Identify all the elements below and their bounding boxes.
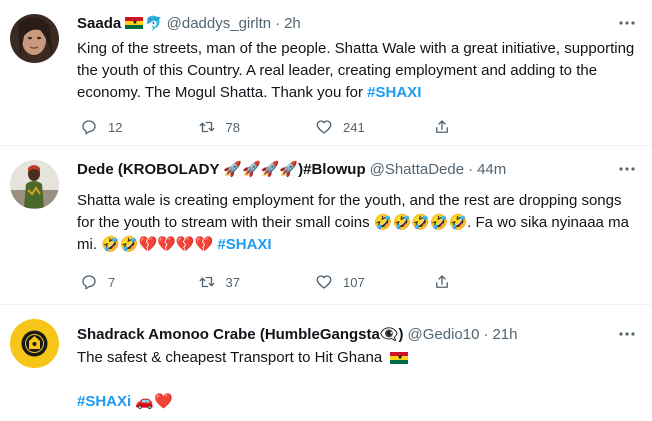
tweet-text: The safest & cheapest Transport to Hit G…: [77, 347, 637, 413]
retweet-icon: [199, 276, 214, 288]
tweet-feed: Saada ★ 🐬 @daddys_girltn · 2h King of th…: [0, 0, 652, 421]
retweet-count: 78: [225, 119, 240, 135]
avatar[interactable]: [10, 319, 59, 368]
like-button[interactable]: 107: [315, 273, 433, 291]
tweet-actions: 7 37 107: [80, 272, 550, 292]
ghana-flag-icon: ★: [125, 17, 144, 29]
retweet-button[interactable]: 78: [198, 118, 316, 136]
tweet-actions: 12 78 241: [80, 117, 550, 137]
share-button[interactable]: [433, 273, 551, 291]
separator-dot: ·: [468, 160, 474, 178]
tweet-header: Shadrack Amonoo Crabe (HumbleGangsta👁‍🗨)…: [77, 323, 632, 345]
heart-icon: [316, 120, 332, 134]
reply-icon: [82, 120, 96, 135]
author-name[interactable]: Shadrack Amonoo Crabe (HumbleGangsta👁‍🗨): [77, 325, 404, 343]
heart-icon: [316, 275, 332, 289]
tweet-time[interactable]: 2h: [284, 15, 301, 32]
more-icon[interactable]: [618, 325, 636, 343]
hashtag-link[interactable]: #SHAXi: [77, 393, 131, 410]
reply-button[interactable]: 7: [80, 273, 198, 291]
tweet-text-content: The safest & cheapest Transport to Hit G…: [77, 349, 383, 366]
emoji-suffix: 🚗❤️: [131, 393, 173, 410]
tweet-text-content: King of the streets, man of the people. …: [77, 40, 635, 101]
share-button[interactable]: [433, 118, 551, 136]
retweet-icon: [199, 121, 214, 133]
separator-dot: ·: [483, 325, 489, 343]
tweet-header: Dede (KROBOLADY 🚀🚀🚀🚀)#Blowup @ShattaDede…: [77, 158, 632, 180]
author-handle[interactable]: @daddys_girltn: [167, 15, 271, 32]
author-handle[interactable]: @Gedio10: [408, 326, 480, 343]
tweet-text-line: #SHAXi 🚗❤️: [77, 391, 637, 413]
tweet-text: King of the streets, man of the people. …: [77, 38, 637, 104]
reply-icon: [82, 275, 96, 290]
reply-button[interactable]: 12: [80, 118, 198, 136]
more-icon[interactable]: [618, 14, 636, 32]
dolphin-icon: 🐬: [145, 14, 163, 31]
tweet-text: Shatta wale is creating employment for t…: [77, 190, 637, 256]
like-button[interactable]: 241: [315, 118, 433, 136]
reply-count: 7: [108, 274, 116, 290]
separator-dot: ·: [275, 14, 281, 32]
reply-count: 12: [108, 119, 123, 135]
avatar[interactable]: [10, 14, 59, 63]
like-count: 241: [343, 119, 365, 135]
author-handle[interactable]: @ShattaDede: [370, 161, 464, 178]
retweet-button[interactable]: 37: [198, 273, 316, 291]
tweet[interactable]: Saada ★ 🐬 @daddys_girltn · 2h King of th…: [0, 0, 652, 146]
like-count: 107: [343, 274, 365, 290]
share-icon: [435, 275, 448, 288]
tweet-time[interactable]: 21h: [492, 326, 517, 343]
ghana-flag-icon: ★: [390, 352, 409, 365]
hashtag-link[interactable]: #SHAXI: [217, 236, 271, 253]
hashtag-link[interactable]: #SHAXI: [367, 84, 421, 101]
tweet-time[interactable]: 44m: [477, 161, 506, 178]
author-name[interactable]: Saada: [77, 15, 121, 32]
avatar[interactable]: [10, 160, 59, 209]
tweet-text-content: Shatta wale is creating employment for t…: [77, 192, 629, 253]
more-icon[interactable]: [618, 160, 636, 178]
share-icon: [435, 120, 448, 133]
tweet[interactable]: Dede (KROBOLADY 🚀🚀🚀🚀)#Blowup @ShattaDede…: [0, 146, 652, 305]
tweet-text-line: The safest & cheapest Transport to Hit G…: [77, 347, 637, 369]
tweet[interactable]: Shadrack Amonoo Crabe (HumbleGangsta👁‍🗨)…: [0, 305, 652, 421]
tweet-header: Saada ★ 🐬 @daddys_girltn · 2h: [77, 12, 632, 34]
author-name[interactable]: Dede (KROBOLADY 🚀🚀🚀🚀)#Blowup: [77, 160, 366, 178]
retweet-count: 37: [225, 274, 240, 290]
